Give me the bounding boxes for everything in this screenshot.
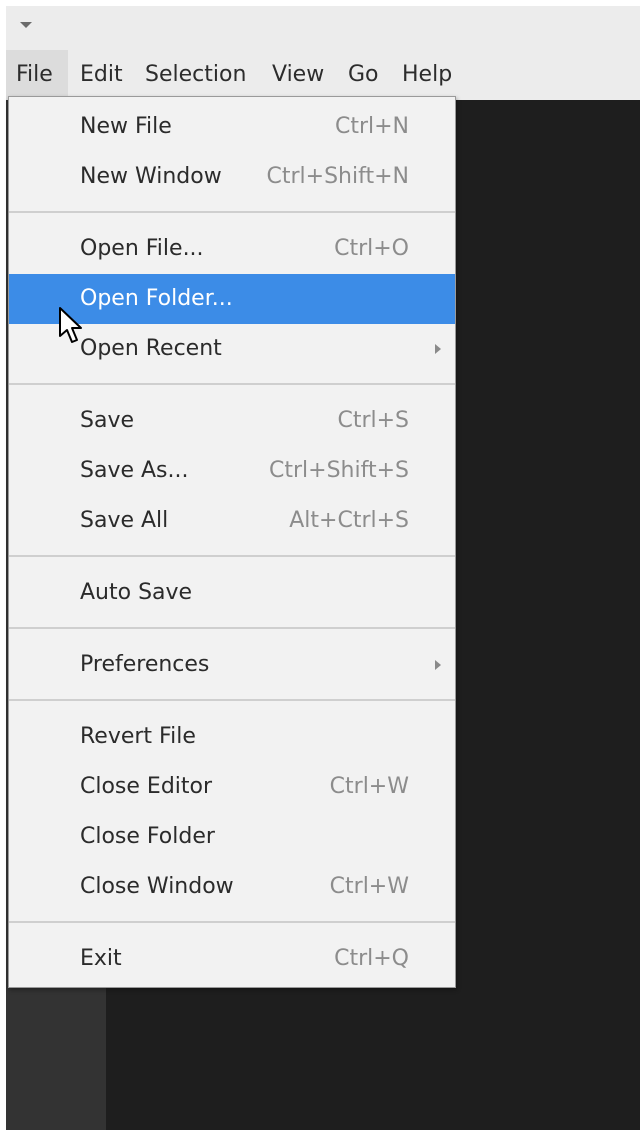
- menu-item-label: Open Recent: [80, 336, 222, 361]
- menu-item-new-window[interactable]: New Window Ctrl+Shift+N: [9, 152, 455, 202]
- menu-item-shortcut: Ctrl+W: [329, 874, 409, 899]
- menu-separator: [9, 383, 455, 385]
- menu-item-label: Open File...: [80, 236, 204, 261]
- menu-item-save-all[interactable]: Save All Alt+Ctrl+S: [9, 496, 455, 546]
- menu-item-label: Revert File: [80, 724, 196, 749]
- mouse-cursor-icon: [59, 307, 82, 343]
- menu-item-label: Save: [80, 408, 135, 433]
- menu-item-revert-file[interactable]: Revert File: [9, 712, 455, 762]
- menu-separator: [9, 627, 455, 629]
- menu-bar: File Edit Selection View Go Help: [6, 50, 640, 100]
- menu-selection[interactable]: Selection: [136, 50, 259, 100]
- menu-item-open-file[interactable]: Open File... Ctrl+O: [9, 224, 455, 274]
- menu-go[interactable]: Go: [339, 50, 395, 100]
- menu-item-close-window[interactable]: Close Window Ctrl+W: [9, 862, 455, 912]
- menu-item-label: Close Editor: [80, 774, 213, 799]
- menu-item-label: New Window: [80, 164, 222, 189]
- menu-item-preferences[interactable]: Preferences: [9, 640, 455, 690]
- menu-file[interactable]: File: [6, 50, 68, 100]
- menu-item-auto-save[interactable]: Auto Save: [9, 568, 455, 618]
- menu-item-close-editor[interactable]: Close Editor Ctrl+W: [9, 762, 455, 812]
- menu-item-new-file[interactable]: New File Ctrl+N: [9, 102, 455, 152]
- menu-edit[interactable]: Edit: [68, 50, 136, 100]
- menu-item-shortcut: Ctrl+Shift+N: [266, 164, 409, 189]
- menu-item-label: Close Folder: [80, 824, 215, 849]
- menu-separator: [9, 699, 455, 701]
- menu-item-shortcut: Ctrl+N: [334, 114, 409, 139]
- menu-item-label: Open Folder...: [80, 286, 233, 311]
- menu-item-save-as[interactable]: Save As... Ctrl+Shift+S: [9, 446, 455, 496]
- menu-separator: [9, 555, 455, 557]
- menu-item-close-folder[interactable]: Close Folder: [9, 812, 455, 862]
- menu-item-shortcut: Alt+Ctrl+S: [289, 508, 409, 533]
- menu-separator: [9, 211, 455, 213]
- menu-item-exit[interactable]: Exit Ctrl+Q: [9, 934, 455, 984]
- menu-item-shortcut: Ctrl+S: [337, 408, 409, 433]
- menu-item-label: Close Window: [80, 874, 234, 899]
- menu-separator: [9, 921, 455, 923]
- menu-item-label: Save All: [80, 508, 169, 533]
- menu-item-label: Preferences: [80, 652, 210, 677]
- menu-item-label: New File: [80, 114, 172, 139]
- chevron-right-icon: [435, 660, 441, 670]
- menu-item-shortcut: Ctrl+Shift+S: [269, 458, 409, 483]
- menu-view[interactable]: View: [259, 50, 339, 100]
- menu-item-label: Auto Save: [80, 580, 193, 605]
- title-bar: [6, 6, 640, 50]
- menu-item-shortcut: Ctrl+Q: [334, 946, 409, 971]
- menu-item-shortcut: Ctrl+O: [334, 236, 409, 261]
- menu-item-label: Exit: [80, 946, 122, 971]
- chevron-right-icon: [435, 344, 441, 354]
- file-menu-dropdown: New File Ctrl+N New Window Ctrl+Shift+N …: [8, 96, 456, 988]
- chevron-down-icon[interactable]: [20, 22, 32, 28]
- menu-item-shortcut: Ctrl+W: [329, 774, 409, 799]
- menu-help[interactable]: Help: [395, 50, 475, 100]
- menu-item-label: Save As...: [80, 458, 189, 483]
- menu-item-save[interactable]: Save Ctrl+S: [9, 396, 455, 446]
